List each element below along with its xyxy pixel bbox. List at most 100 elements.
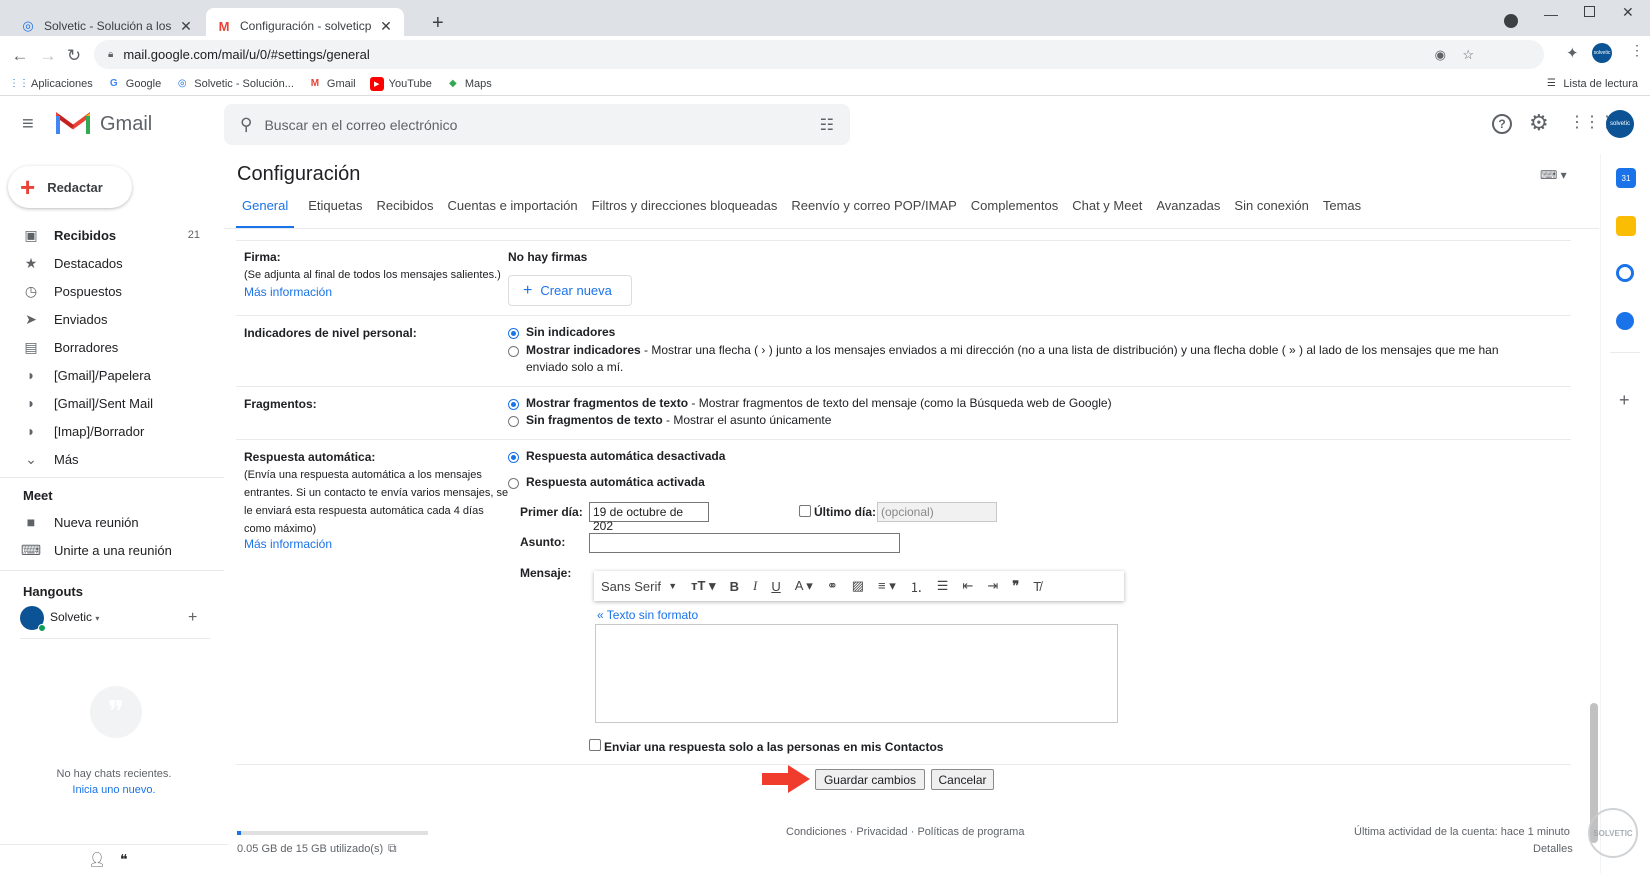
help-icon[interactable]: ? [1492, 114, 1512, 134]
radio-sin-indicadores[interactable] [508, 328, 519, 339]
last-day-input[interactable]: (opcional) [877, 502, 997, 522]
extensions-icon[interactable]: ✦ [1566, 44, 1579, 62]
add-addon-icon[interactable]: + [1619, 390, 1630, 411]
search-input[interactable]: Buscar en el correo electrónico [264, 117, 457, 133]
back-icon[interactable]: ← [8, 44, 32, 68]
radio-respuesta-desactivada[interactable] [508, 452, 519, 463]
tab-recibidos[interactable]: Recibidos [376, 198, 433, 228]
sidebar-item-borradores[interactable]: ▤ Borradores [20, 333, 200, 361]
tab-temas[interactable]: Temas [1323, 198, 1361, 228]
hangouts-icon[interactable]: ❝ [120, 851, 128, 868]
reload-icon[interactable]: ↻ [62, 44, 86, 68]
reading-list[interactable]: ☰ Lista de lectura [1544, 77, 1638, 91]
respuesta-more-info-link[interactable]: Más información [244, 537, 332, 551]
eye-icon[interactable]: ◉ [1435, 47, 1446, 63]
radio-mostrar-indicadores[interactable] [508, 346, 519, 357]
indent-less-icon[interactable]: ⇤ [955, 578, 980, 594]
calendar-icon[interactable]: 31 [1616, 168, 1636, 188]
close-tab-icon[interactable]: ✕ [178, 18, 194, 35]
account-avatar[interactable]: solvetic [1606, 110, 1634, 138]
sidebar-item-enviados[interactable]: ➤ Enviados [20, 305, 200, 333]
message-body-editor[interactable] [595, 624, 1118, 723]
search-bar[interactable]: ⚲ Buscar en el correo electrónico ☷ [224, 104, 850, 145]
last-day-checkbox[interactable] [799, 505, 811, 517]
sidebar-item-destacados[interactable]: ★ Destacados [20, 249, 200, 277]
radio-mostrar-fragmentos[interactable] [508, 399, 519, 410]
meet-new-meeting[interactable]: ■ Nueva reunión [20, 508, 200, 536]
compose-button[interactable]: + Redactar [8, 166, 132, 208]
tab-chat-meet[interactable]: Chat y Meet [1072, 198, 1142, 228]
bookmark-youtube[interactable]: ▶ YouTube [369, 76, 432, 91]
radio-sin-fragmentos[interactable] [508, 416, 519, 427]
meet-join-meeting[interactable]: ⌨ Unirte a una reunión [20, 536, 200, 564]
sidebar-item-recibidos[interactable]: ▣ Recibidos 21 [20, 221, 200, 249]
first-day-input[interactable]: 19 de octubre de 202 [589, 502, 709, 533]
align-icon[interactable]: ≡ ▾ [871, 578, 903, 594]
main-menu-icon[interactable]: ≡ [22, 113, 34, 136]
tab-avanzadas[interactable]: Avanzadas [1156, 198, 1220, 228]
sidebar-item-papelera[interactable]: ◗ [Gmail]/Papelera [20, 361, 200, 389]
input-tools-icon[interactable]: ⌨ ▾ [1540, 168, 1567, 182]
open-in-new-icon[interactable]: ⧉ [388, 841, 397, 856]
tab-cuentas[interactable]: Cuentas e importación [448, 198, 578, 228]
quote-icon[interactable]: ❞ [1005, 578, 1026, 594]
bookmark-maps[interactable]: ◆ Maps [446, 77, 492, 91]
create-signature-button[interactable]: + Crear nueva [508, 275, 632, 306]
tab-reenvio[interactable]: Reenvío y correo POP/IMAP [791, 198, 956, 228]
bookmark-gmail[interactable]: M Gmail [308, 77, 356, 91]
tab-etiquetas[interactable]: Etiquetas [308, 198, 362, 228]
font-select[interactable]: Sans Serif ▼ [594, 579, 684, 594]
link-icon[interactable]: ⚭ [820, 578, 845, 594]
italic-icon[interactable]: I [746, 578, 764, 594]
tab-complementos[interactable]: Complementos [971, 198, 1058, 228]
cancel-button[interactable]: Cancelar [931, 769, 994, 790]
bookmark-apps[interactable]: ⋮⋮ Aplicaciones [9, 77, 93, 91]
details-link[interactable]: Detalles [1533, 843, 1573, 855]
search-icon[interactable]: ⚲ [240, 115, 252, 135]
numbered-list-icon[interactable]: ⒈ [903, 577, 930, 596]
firma-more-info-link[interactable]: Más información [244, 285, 332, 299]
sidebar-item-pospuestos[interactable]: ◷ Pospuestos [20, 277, 200, 305]
keep-icon[interactable] [1616, 216, 1636, 236]
url-field[interactable]: 🔒︎ mail.google.com/mail/u/0/#settings/ge… [94, 40, 1544, 69]
minimize-icon[interactable]: — [1544, 6, 1558, 22]
indent-more-icon[interactable]: ⇥ [980, 578, 1005, 594]
remove-format-icon[interactable]: T̸ [1026, 579, 1048, 594]
forward-icon[interactable]: → [36, 44, 60, 68]
underline-icon[interactable]: U [764, 579, 787, 594]
new-tab-button[interactable]: + [432, 12, 444, 35]
bold-icon[interactable]: B [723, 579, 746, 594]
tab-search-icon[interactable] [1504, 14, 1518, 28]
maximize-icon[interactable] [1584, 6, 1595, 17]
close-tab-icon[interactable]: ✕ [378, 18, 394, 35]
image-icon[interactable]: ▨ [845, 578, 871, 594]
search-options-icon[interactable]: ☷ [820, 115, 834, 135]
settings-gear-icon[interactable]: ⚙ [1529, 110, 1549, 136]
save-button[interactable]: Guardar cambios [815, 769, 925, 790]
browser-profile-avatar[interactable]: solvetic [1592, 43, 1612, 63]
tab-filtros[interactable]: Filtros y direcciones bloqueadas [592, 198, 778, 228]
person-icon[interactable]: 👤︎ [88, 851, 106, 868]
bulleted-list-icon[interactable]: ☰ [930, 578, 956, 594]
sidebar-item-borrador[interactable]: ◗ [Imap]/Borrador [20, 417, 200, 445]
close-window-icon[interactable]: ✕ [1622, 4, 1634, 21]
tasks-icon[interactable] [1616, 264, 1634, 282]
tab-sin-conexion[interactable]: Sin conexión [1234, 198, 1308, 228]
browser-menu-icon[interactable]: ⋮ [1630, 42, 1644, 59]
font-size-icon[interactable]: ᴛT ▾ [684, 578, 722, 594]
plain-text-link[interactable]: « Texto sin formato [597, 608, 698, 622]
bookmark-google[interactable]: G Google [107, 77, 161, 91]
bookmark-star-icon[interactable]: ☆ [1462, 47, 1474, 63]
tab-general[interactable]: General [236, 198, 295, 228]
footer-links[interactable]: Condiciones · Privacidad · Políticas de … [786, 826, 1024, 838]
bookmark-solvetic[interactable]: ◎ Solvetic - Solución... [175, 77, 294, 91]
start-new-chat-link[interactable]: Inicia uno nuevo. [0, 784, 228, 796]
sidebar-item-sent-mail[interactable]: ◗ [Gmail]/Sent Mail [20, 389, 200, 417]
hangouts-user-name[interactable]: Solvetic ▾ [50, 610, 99, 624]
contacts-only-checkbox[interactable] [589, 739, 601, 751]
subject-input[interactable] [589, 533, 900, 553]
radio-respuesta-activada[interactable] [508, 478, 519, 489]
add-chat-icon[interactable]: + [188, 609, 197, 627]
sidebar-item-mas[interactable]: ⌄ Más [20, 445, 200, 473]
text-color-icon[interactable]: A ▾ [788, 578, 820, 594]
